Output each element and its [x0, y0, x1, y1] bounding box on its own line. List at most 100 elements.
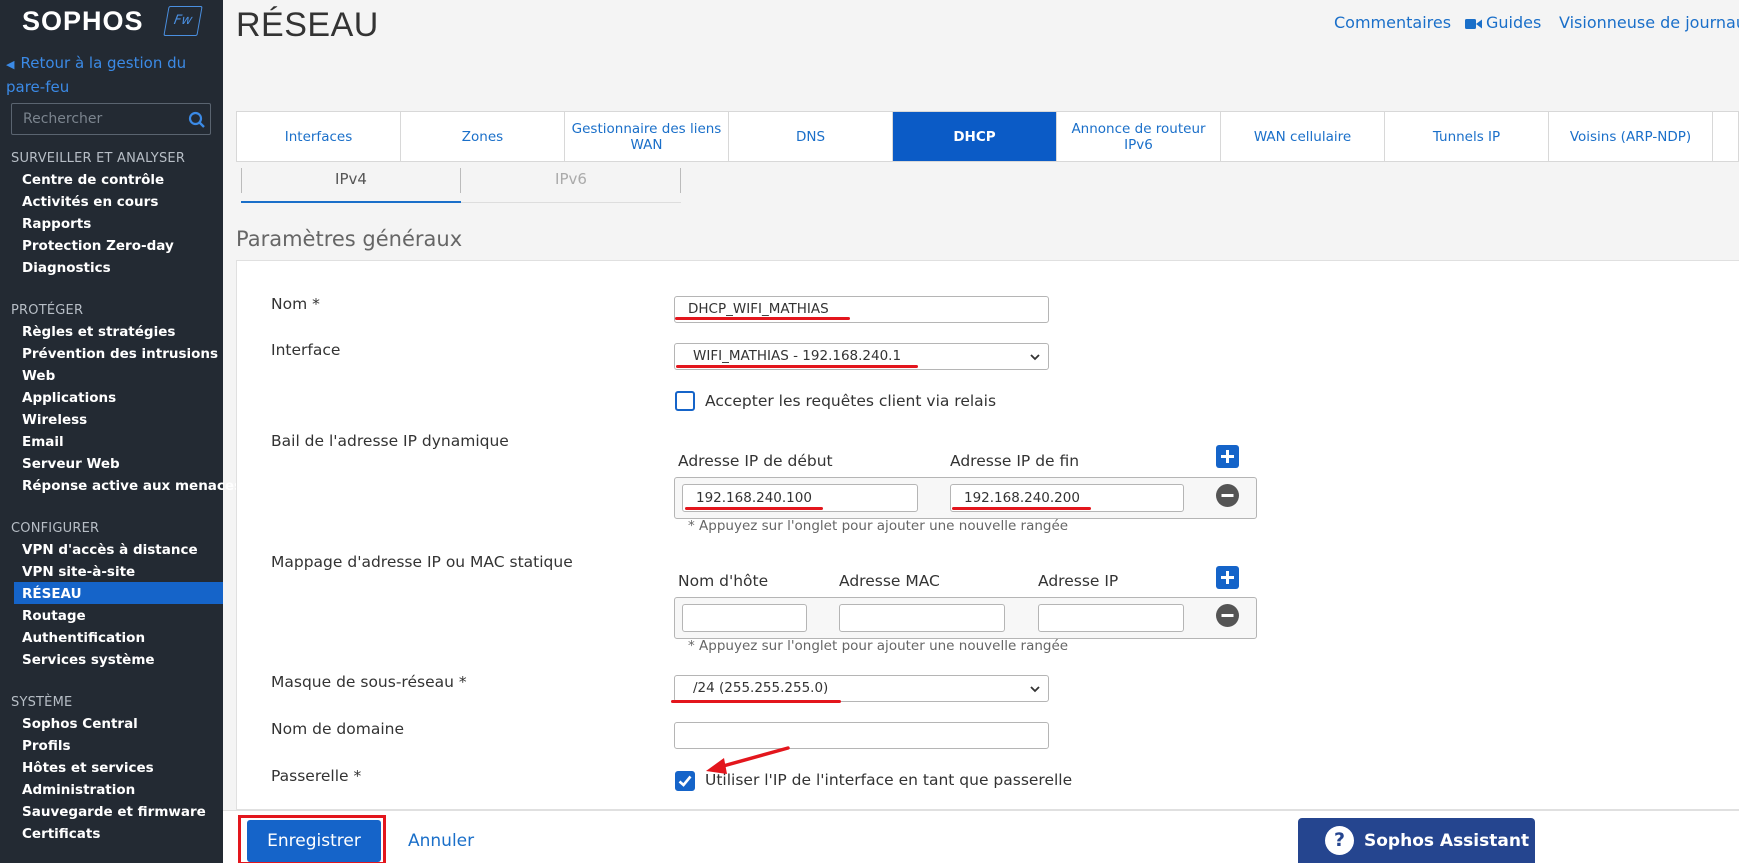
section-title-protect: PROTÉGER — [11, 303, 84, 318]
mac-address-input[interactable] — [839, 604, 1005, 632]
tab-ip-tunnels[interactable]: Tunnels IP — [1385, 112, 1549, 161]
nav-wireless[interactable]: Wireless — [22, 412, 87, 428]
back-link-label: Retour à la gestion du pare-feu — [6, 54, 187, 96]
search-input[interactable] — [12, 104, 182, 134]
gateway-label: Passerelle * — [271, 767, 362, 785]
nav-rules[interactable]: Règles et stratégies — [22, 324, 175, 340]
nav-authentication[interactable]: Authentification — [22, 630, 145, 646]
relay-checkbox-label: Accepter les requêtes client via relais — [705, 392, 997, 410]
sidebar-search — [11, 103, 211, 135]
network-tabbar: Interfaces Zones Gestionnaire des liens … — [236, 111, 1739, 162]
guides-label: Guides — [1486, 13, 1542, 32]
static-mapping-label: Mappage d'adresse IP ou MAC statique — [271, 553, 573, 571]
save-button[interactable]: Enregistrer — [247, 820, 381, 862]
subtab-ipv4[interactable]: IPv4 — [241, 168, 461, 203]
sidebar: SOPHOS Fw ◀ Retour à la gestion du pare-f… — [0, 0, 242, 863]
nav-hosts-services[interactable]: Hôtes et services — [22, 760, 154, 776]
annotation-arrow — [706, 746, 790, 774]
plus-icon — [1221, 571, 1234, 584]
nav-web[interactable]: Web — [22, 368, 55, 384]
sophos-logo: SOPHOS — [22, 6, 144, 36]
section-title-system: SYSTÈME — [11, 695, 73, 710]
back-to-firewall-link[interactable]: ◀ Retour à la gestion du pare-feu — [6, 52, 216, 98]
static-col-hostname: Nom d'hôte — [678, 572, 769, 590]
firewall-badge: Fw — [163, 6, 203, 36]
subtab-ipv6-label: IPv6 — [555, 170, 587, 188]
subtab-ipv4-label: IPv4 — [335, 170, 367, 188]
subnet-mask-value: /24 (255.255.255.0) — [693, 680, 829, 696]
sophos-assistant-button[interactable]: ? Sophos Assistant — [1298, 818, 1535, 863]
section-title-monitor: SURVEILLER ET ANALYSER — [11, 151, 186, 166]
cancel-button[interactable]: Annuler — [408, 831, 474, 851]
guides-link[interactable]: Guides — [1465, 13, 1541, 32]
minus-icon — [1221, 494, 1234, 497]
lease-col-end: Adresse IP de fin — [950, 452, 1080, 470]
nav-sophos-central[interactable]: Sophos Central — [22, 716, 138, 732]
tab-dns[interactable]: DNS — [729, 112, 893, 161]
nav-current-activities[interactable]: Activités en cours — [22, 194, 158, 210]
annotation-underline — [952, 507, 1091, 510]
search-icon[interactable] — [188, 111, 206, 129]
static-col-mac: Adresse MAC — [839, 572, 940, 590]
nav-ips[interactable]: Prévention des intrusions — [22, 346, 218, 362]
section-title-configure: CONFIGURER — [11, 521, 100, 536]
gateway-checkbox[interactable] — [675, 771, 695, 791]
page-title: RÉSEAU — [236, 6, 379, 44]
general-settings-title: Paramètres généraux — [236, 227, 463, 251]
nav-system-services[interactable]: Services système — [22, 652, 155, 668]
nav-applications[interactable]: Applications — [22, 390, 116, 406]
subtab-separator — [241, 168, 242, 193]
nav-routing[interactable]: Routage — [22, 608, 86, 624]
nav-diagnostics[interactable]: Diagnostics — [22, 260, 111, 276]
interface-label: Interface — [271, 341, 341, 359]
assistant-label: Sophos Assistant — [1364, 830, 1530, 851]
tab-dhcp[interactable]: DHCP — [893, 112, 1057, 161]
minus-icon — [1221, 614, 1234, 617]
subtab-ipv6[interactable]: IPv6 — [461, 168, 681, 203]
nav-reports[interactable]: Rapports — [22, 216, 91, 232]
name-label: Nom * — [271, 295, 320, 313]
tab-interfaces[interactable]: Interfaces — [237, 112, 401, 161]
back-arrow-icon: ◀ — [6, 58, 15, 71]
add-static-row-button[interactable] — [1216, 566, 1239, 589]
tab-wan-link-manager[interactable]: Gestionnaire des liens WAN — [565, 112, 729, 161]
annotation-underline — [676, 365, 918, 368]
nav-control-center[interactable]: Centre de contrôle — [22, 172, 164, 188]
video-camera-icon — [1465, 18, 1482, 29]
lease-col-start: Adresse IP de début — [678, 452, 833, 470]
interface-select-value: WIFI_MATHIAS - 192.168.240.1 — [693, 348, 902, 364]
lease-label: Bail de l'adresse IP dynamique — [271, 432, 509, 450]
remove-static-row-button[interactable] — [1216, 604, 1239, 627]
nav-email[interactable]: Email — [22, 434, 64, 450]
nav-certificates[interactable]: Certificats — [22, 826, 100, 842]
tab-ipv6-router-advert[interactable]: Annonce de routeur IPv6 — [1057, 112, 1221, 161]
hostname-input[interactable] — [682, 604, 807, 632]
nav-web-server[interactable]: Serveur Web — [22, 456, 120, 472]
lease-hint: * Appuyez sur l'onglet pour ajouter une … — [688, 518, 1069, 534]
nav-remote-vpn[interactable]: VPN d'accès à distance — [22, 542, 198, 558]
relay-checkbox[interactable] — [675, 391, 695, 411]
nav-administration[interactable]: Administration — [22, 782, 135, 798]
tab-neighbors[interactable]: Voisins (ARP-NDP) — [1549, 112, 1713, 161]
domain-name-label: Nom de domaine — [271, 720, 404, 738]
static-hint: * Appuyez sur l'onglet pour ajouter une … — [688, 638, 1069, 654]
ip-address-input[interactable] — [1038, 604, 1184, 632]
remove-lease-row-button[interactable] — [1216, 484, 1239, 507]
nav-zero-day[interactable]: Protection Zero-day — [22, 238, 174, 254]
tab-zones[interactable]: Zones — [401, 112, 565, 161]
nav-profiles[interactable]: Profils — [22, 738, 71, 754]
annotation-underline — [685, 507, 823, 510]
annotation-underline — [675, 317, 850, 320]
help-icon: ? — [1325, 826, 1354, 855]
add-lease-row-button[interactable] — [1216, 445, 1239, 468]
checkmark-icon — [678, 775, 692, 787]
subnet-mask-select[interactable]: /24 (255.255.255.0) — [674, 675, 1049, 702]
chevron-down-icon — [1030, 354, 1040, 361]
nav-active-threat[interactable]: Réponse active aux menaces — [22, 478, 242, 494]
log-viewer-link[interactable]: Visionneuse de journaux — [1559, 13, 1739, 32]
feedback-link[interactable]: Commentaires — [1334, 13, 1451, 32]
nav-site-vpn[interactable]: VPN site-à-site — [22, 564, 135, 580]
nav-network[interactable]: RÉSEAU — [22, 586, 82, 602]
tab-cellular-wan[interactable]: WAN cellulaire — [1221, 112, 1385, 161]
nav-backup-firmware[interactable]: Sauvegarde et firmware — [22, 804, 206, 820]
